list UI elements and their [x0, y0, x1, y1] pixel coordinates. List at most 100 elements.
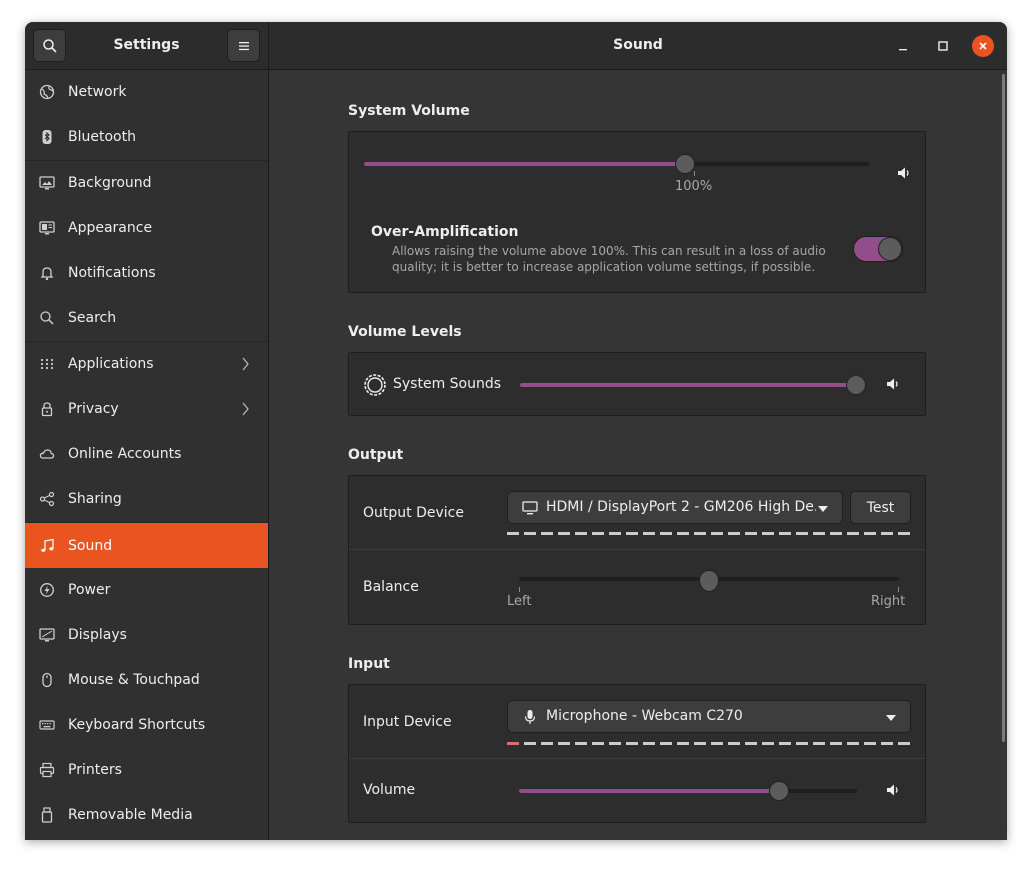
close-button[interactable] — [972, 35, 994, 57]
music-note-icon — [39, 538, 55, 554]
volume-levels-frame: System Sounds — [348, 352, 926, 416]
maximize-button[interactable] — [932, 35, 954, 57]
sidebar-item-label: Network — [68, 84, 127, 100]
input-frame: Input Device Microphone - Webcam C270 Vo… — [348, 684, 926, 823]
system-volume-100-mark — [694, 171, 695, 176]
chevron-down-icon — [818, 506, 828, 512]
keyboard-icon — [39, 717, 55, 733]
microphone-icon — [524, 710, 536, 724]
minimize-button[interactable] — [892, 35, 914, 57]
sidebar-item-label: Background — [68, 175, 152, 191]
sidebar-item-label: Bluetooth — [68, 129, 136, 145]
over-amplification-desc-2: quality; it is better to increase applic… — [392, 260, 816, 274]
sidebar-header: Settings — [25, 22, 269, 69]
power-icon — [39, 582, 55, 598]
sidebar-item-bluetooth[interactable]: Bluetooth — [25, 115, 268, 159]
output-title: Output — [348, 447, 404, 463]
speaker-icon — [887, 378, 898, 390]
system-sounds-knob[interactable] — [846, 375, 866, 395]
sidebar-item-label: Sharing — [68, 491, 122, 507]
sidebar-item-power[interactable]: Power — [25, 568, 268, 612]
display-icon — [39, 627, 55, 643]
sidebar-item-network[interactable]: Network — [25, 70, 268, 114]
toggle-knob — [878, 237, 902, 261]
search-button[interactable] — [33, 29, 66, 62]
row-separator — [349, 758, 925, 759]
input-volume-knob[interactable] — [769, 781, 789, 801]
lock-icon — [39, 401, 55, 417]
speaker-icon — [898, 167, 909, 179]
globe-icon — [39, 84, 55, 100]
sidebar-item-sharing[interactable]: Sharing — [25, 477, 268, 521]
row-separator — [349, 549, 925, 550]
sidebar-item-label: Power — [68, 582, 111, 598]
balance-right-label: Right — [871, 594, 906, 609]
sidebar-item-mouse-touchpad[interactable]: Mouse & Touchpad — [25, 658, 268, 702]
sidebar-item-background[interactable]: Background — [25, 161, 268, 205]
balance-knob[interactable] — [699, 570, 719, 592]
maximize-icon — [938, 41, 948, 51]
sidebar-item-privacy[interactable]: Privacy — [25, 387, 268, 431]
sidebar-item-search[interactable]: Search — [25, 296, 268, 340]
sidebar-item-label: Displays — [68, 627, 127, 643]
sidebar-item-sound[interactable]: Sound — [25, 523, 268, 568]
input-volume-label: Volume — [363, 782, 416, 798]
system-volume-knob[interactable] — [675, 154, 695, 174]
mouse-icon — [39, 672, 55, 688]
input-device-value: Microphone - Webcam C270 — [546, 708, 743, 724]
chevron-right-icon — [242, 402, 249, 416]
system-sounds-label: System Sounds — [393, 376, 502, 392]
sidebar-item-label: Search — [68, 310, 117, 326]
speaker-icon — [887, 784, 898, 796]
system-volume-slider[interactable] — [364, 162, 869, 166]
volume-levels-title: Volume Levels — [348, 324, 462, 340]
grid-icon — [39, 356, 55, 372]
output-device-dropdown[interactable]: HDMI / DisplayPort 2 - GM206 High De... — [507, 491, 843, 524]
output-device-label: Output Device — [363, 505, 464, 521]
over-amplification-toggle[interactable] — [853, 236, 903, 262]
input-volume-slider[interactable] — [519, 789, 857, 793]
app-title: Settings — [113, 37, 180, 53]
output-frame: Output Device HDMI / DisplayPort 2 - GM2… — [348, 475, 926, 625]
search-icon — [42, 38, 57, 53]
sidebar-item-keyboard-shortcuts[interactable]: Keyboard Shortcuts — [25, 703, 268, 747]
hamburger-menu-icon — [238, 41, 249, 50]
sidebar-item-label: Online Accounts — [68, 446, 182, 462]
settings-window: Settings Sound Network Bluetooth Backgro… — [25, 22, 1007, 840]
over-amplification-desc-1: Allows raising the volume above 100%. Th… — [392, 244, 826, 258]
output-device-value: HDMI / DisplayPort 2 - GM206 High De... — [546, 499, 816, 515]
input-level-meter — [507, 742, 911, 745]
input-device-dropdown[interactable]: Microphone - Webcam C270 — [507, 700, 911, 733]
close-icon — [979, 42, 987, 50]
sidebar-item-applications[interactable]: Applications — [25, 342, 268, 386]
balance-label: Balance — [363, 579, 419, 595]
input-volume-fill — [519, 789, 779, 793]
sidebar-item-label: Notifications — [68, 265, 156, 281]
sidebar-item-label: Privacy — [68, 401, 119, 417]
sidebar-item-notifications[interactable]: Notifications — [25, 251, 268, 295]
sound-panel: System Volume 100% Over-Amplification Al… — [269, 70, 1007, 840]
usb-drive-icon — [39, 807, 55, 823]
system-volume-fill — [364, 162, 685, 166]
sidebar-item-online-accounts[interactable]: Online Accounts — [25, 432, 268, 476]
sidebar-item-removable-media[interactable]: Removable Media — [25, 793, 268, 837]
sidebar-item-label: Printers — [68, 762, 122, 778]
input-device-label: Input Device — [363, 714, 452, 730]
printer-icon — [39, 762, 55, 778]
sidebar: Network Bluetooth Background Appearance … — [25, 70, 269, 840]
sidebar-item-label: Keyboard Shortcuts — [68, 717, 206, 733]
scrollbar[interactable] — [1002, 74, 1005, 742]
sidebar-item-label: Sound — [68, 537, 113, 554]
chevron-down-icon — [886, 715, 896, 721]
menu-button[interactable] — [227, 29, 260, 62]
sidebar-item-appearance[interactable]: Appearance — [25, 206, 268, 250]
sidebar-item-printers[interactable]: Printers — [25, 748, 268, 792]
sidebar-item-displays[interactable]: Displays — [25, 613, 268, 657]
output-level-meter — [507, 532, 911, 535]
balance-left-label: Left — [507, 594, 532, 609]
system-sounds-icon — [364, 374, 386, 396]
bluetooth-icon — [39, 129, 55, 145]
cloud-icon — [39, 446, 55, 462]
system-sounds-slider[interactable] — [520, 383, 856, 387]
test-button[interactable]: Test — [850, 491, 911, 524]
